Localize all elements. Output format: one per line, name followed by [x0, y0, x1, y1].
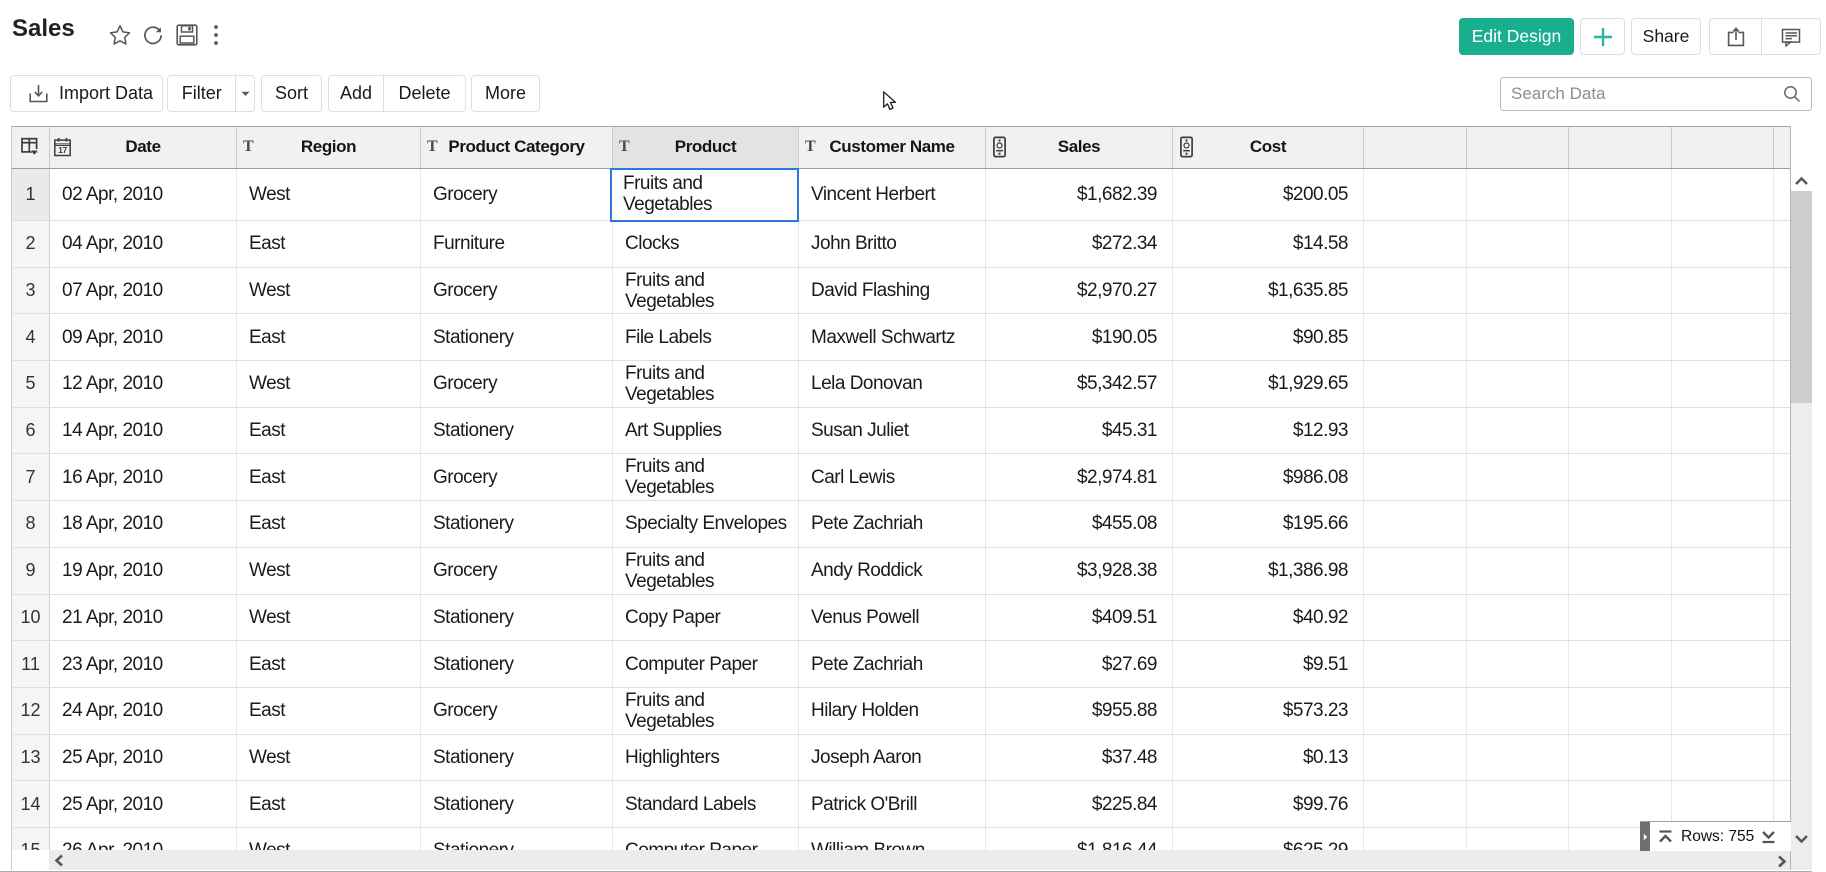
svg-text:17: 17 [58, 145, 67, 155]
